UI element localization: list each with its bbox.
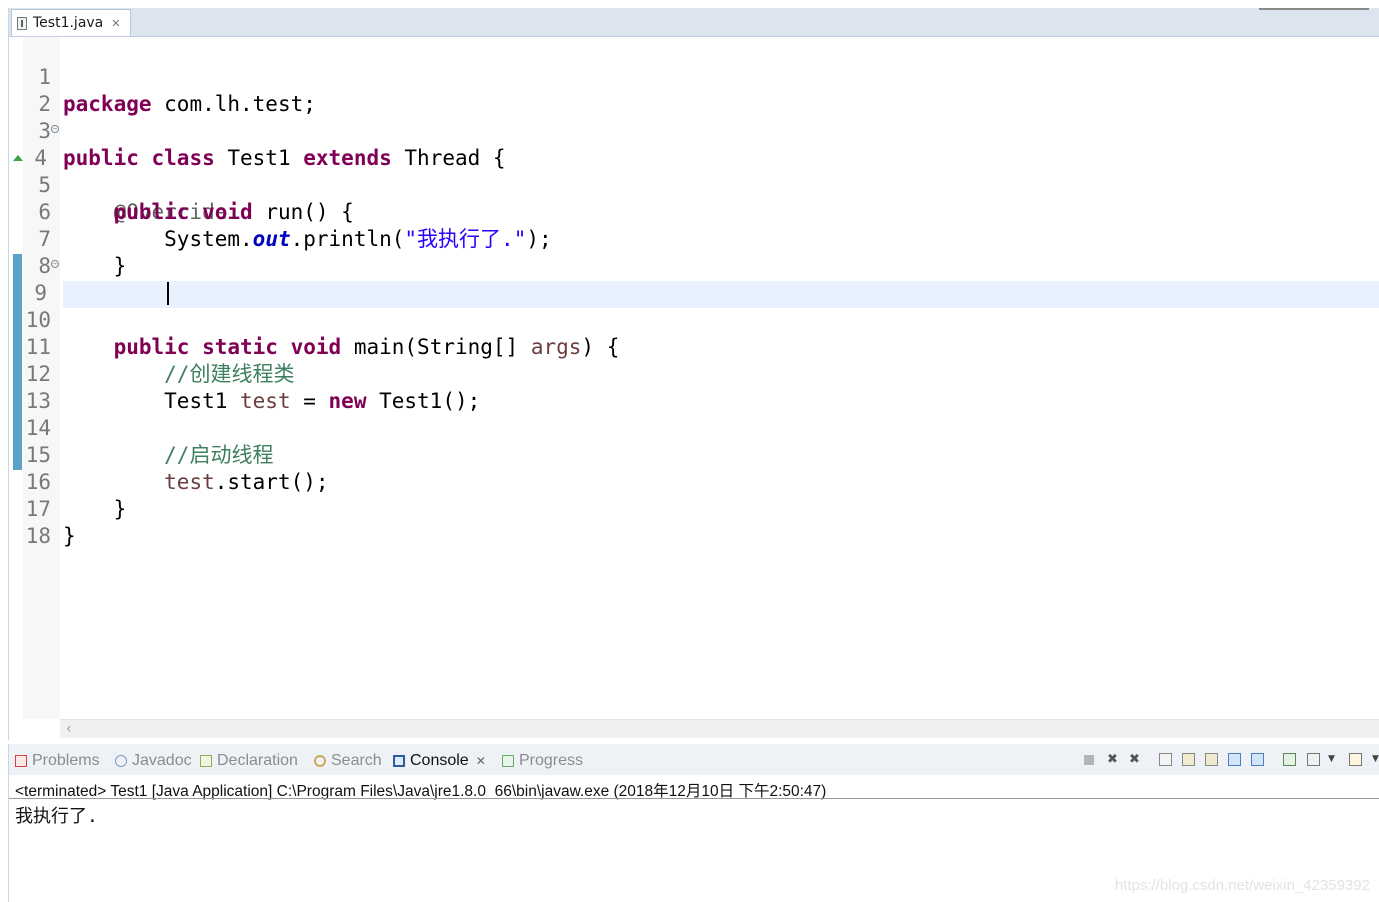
remove-launch-icon[interactable]: ✖ bbox=[1106, 753, 1119, 766]
tab-problems[interactable]: Problems bbox=[15, 750, 100, 772]
code-line: 2 bbox=[9, 64, 1379, 116]
console-output[interactable]: 我执行了. bbox=[15, 802, 98, 828]
watermark: https://blog.csdn.net/weixin_42359392 bbox=[1114, 877, 1370, 894]
chevron-down-icon[interactable]: ▼ bbox=[1325, 753, 1338, 766]
chevron-left-icon[interactable]: ‹ bbox=[66, 721, 72, 737]
code-line: 11 //创建线程类 bbox=[9, 307, 1379, 386]
tab-label: Declaration bbox=[217, 752, 298, 769]
progress-icon bbox=[502, 755, 514, 767]
code-line-current[interactable]: 10 bbox=[9, 280, 1379, 332]
code-line: 13 bbox=[9, 361, 1379, 413]
tab-label: Problems bbox=[32, 752, 100, 769]
text-caret bbox=[167, 282, 169, 305]
declaration-icon bbox=[200, 755, 212, 767]
code-line: 4 − @Override bbox=[9, 118, 1379, 224]
editor-tab-label: Test1.java bbox=[33, 15, 104, 31]
chevron-down-icon[interactable]: ▼ bbox=[1369, 753, 1379, 766]
tab-label: Search bbox=[331, 752, 382, 769]
show-on-stderr-icon[interactable] bbox=[1251, 753, 1264, 766]
tab-search[interactable]: Search bbox=[314, 750, 382, 772]
console-divider bbox=[9, 798, 1379, 799]
code-line: 17 } bbox=[9, 469, 1379, 548]
tab-declaration[interactable]: Declaration bbox=[200, 750, 298, 772]
console-launch-info: <terminated> Test1 [Java Application] C:… bbox=[15, 783, 827, 800]
code-line: 9 − public static void main(String[] arg… bbox=[9, 253, 1379, 359]
word-wrap-icon[interactable] bbox=[1205, 753, 1218, 766]
fold-collapse-icon[interactable]: − bbox=[51, 260, 59, 268]
editor-tab-test1-java[interactable]: Test1.java ✕ bbox=[11, 9, 131, 36]
tab-javadoc[interactable]: Javadoc bbox=[115, 750, 192, 772]
horizontal-scrollbar[interactable]: ‹ bbox=[60, 719, 1379, 738]
tab-label: Console bbox=[410, 752, 469, 769]
console-icon bbox=[393, 755, 405, 767]
pin-console-icon[interactable] bbox=[1283, 753, 1296, 766]
code-line: 1 package com.lh.test; bbox=[9, 37, 1379, 116]
tab-label: Javadoc bbox=[132, 752, 192, 769]
code-line: 14 //启动线程 bbox=[9, 388, 1379, 467]
code-line: 3 public class Test1 extends Thread { bbox=[9, 91, 1379, 170]
code-line: 7 } bbox=[9, 199, 1379, 278]
code-line: 15 test.start(); bbox=[9, 415, 1379, 494]
line-number: 18 bbox=[25, 524, 51, 548]
close-icon[interactable]: ✕ bbox=[476, 754, 486, 768]
terminate-icon[interactable] bbox=[1084, 755, 1094, 765]
code-editor[interactable]: Test1.java ✕ 1 package com.lh.test; 2 3 … bbox=[8, 8, 1379, 740]
code-line: 8 bbox=[9, 226, 1379, 278]
code-text: } bbox=[63, 524, 76, 548]
close-icon[interactable]: ✕ bbox=[111, 17, 120, 30]
code-line: 5 public void run() { bbox=[9, 145, 1379, 224]
window-edge-indicator bbox=[1259, 8, 1369, 10]
scroll-lock-icon[interactable] bbox=[1182, 753, 1195, 766]
tab-console[interactable]: Console ✕ bbox=[393, 750, 486, 772]
editor-tab-bar: Test1.java ✕ bbox=[9, 8, 1379, 37]
display-console-icon[interactable] bbox=[1307, 753, 1320, 766]
bottom-panel: Problems Javadoc Declaration Search Cons… bbox=[8, 744, 1379, 902]
show-on-stdout-icon[interactable] bbox=[1228, 753, 1241, 766]
code-line: 12 Test1 test = new Test1(); bbox=[9, 334, 1379, 413]
problems-icon bbox=[15, 755, 27, 767]
fold-collapse-icon[interactable]: − bbox=[51, 125, 59, 133]
tab-progress[interactable]: Progress bbox=[502, 750, 583, 772]
open-console-icon[interactable] bbox=[1349, 753, 1362, 766]
javadoc-icon bbox=[115, 755, 127, 767]
panel-tab-bar: Problems Javadoc Declaration Search Cons… bbox=[9, 744, 1379, 775]
clear-console-icon[interactable] bbox=[1159, 753, 1172, 766]
search-icon bbox=[314, 755, 326, 767]
code-line: 6 System.out.println("我执行了."); bbox=[9, 172, 1379, 251]
code-line: 16 } bbox=[9, 442, 1379, 521]
java-file-icon bbox=[17, 16, 27, 30]
tab-label: Progress bbox=[519, 752, 584, 769]
code-line: 18 bbox=[9, 496, 1379, 548]
remove-all-terminated-icon[interactable]: ✖ bbox=[1128, 753, 1141, 766]
